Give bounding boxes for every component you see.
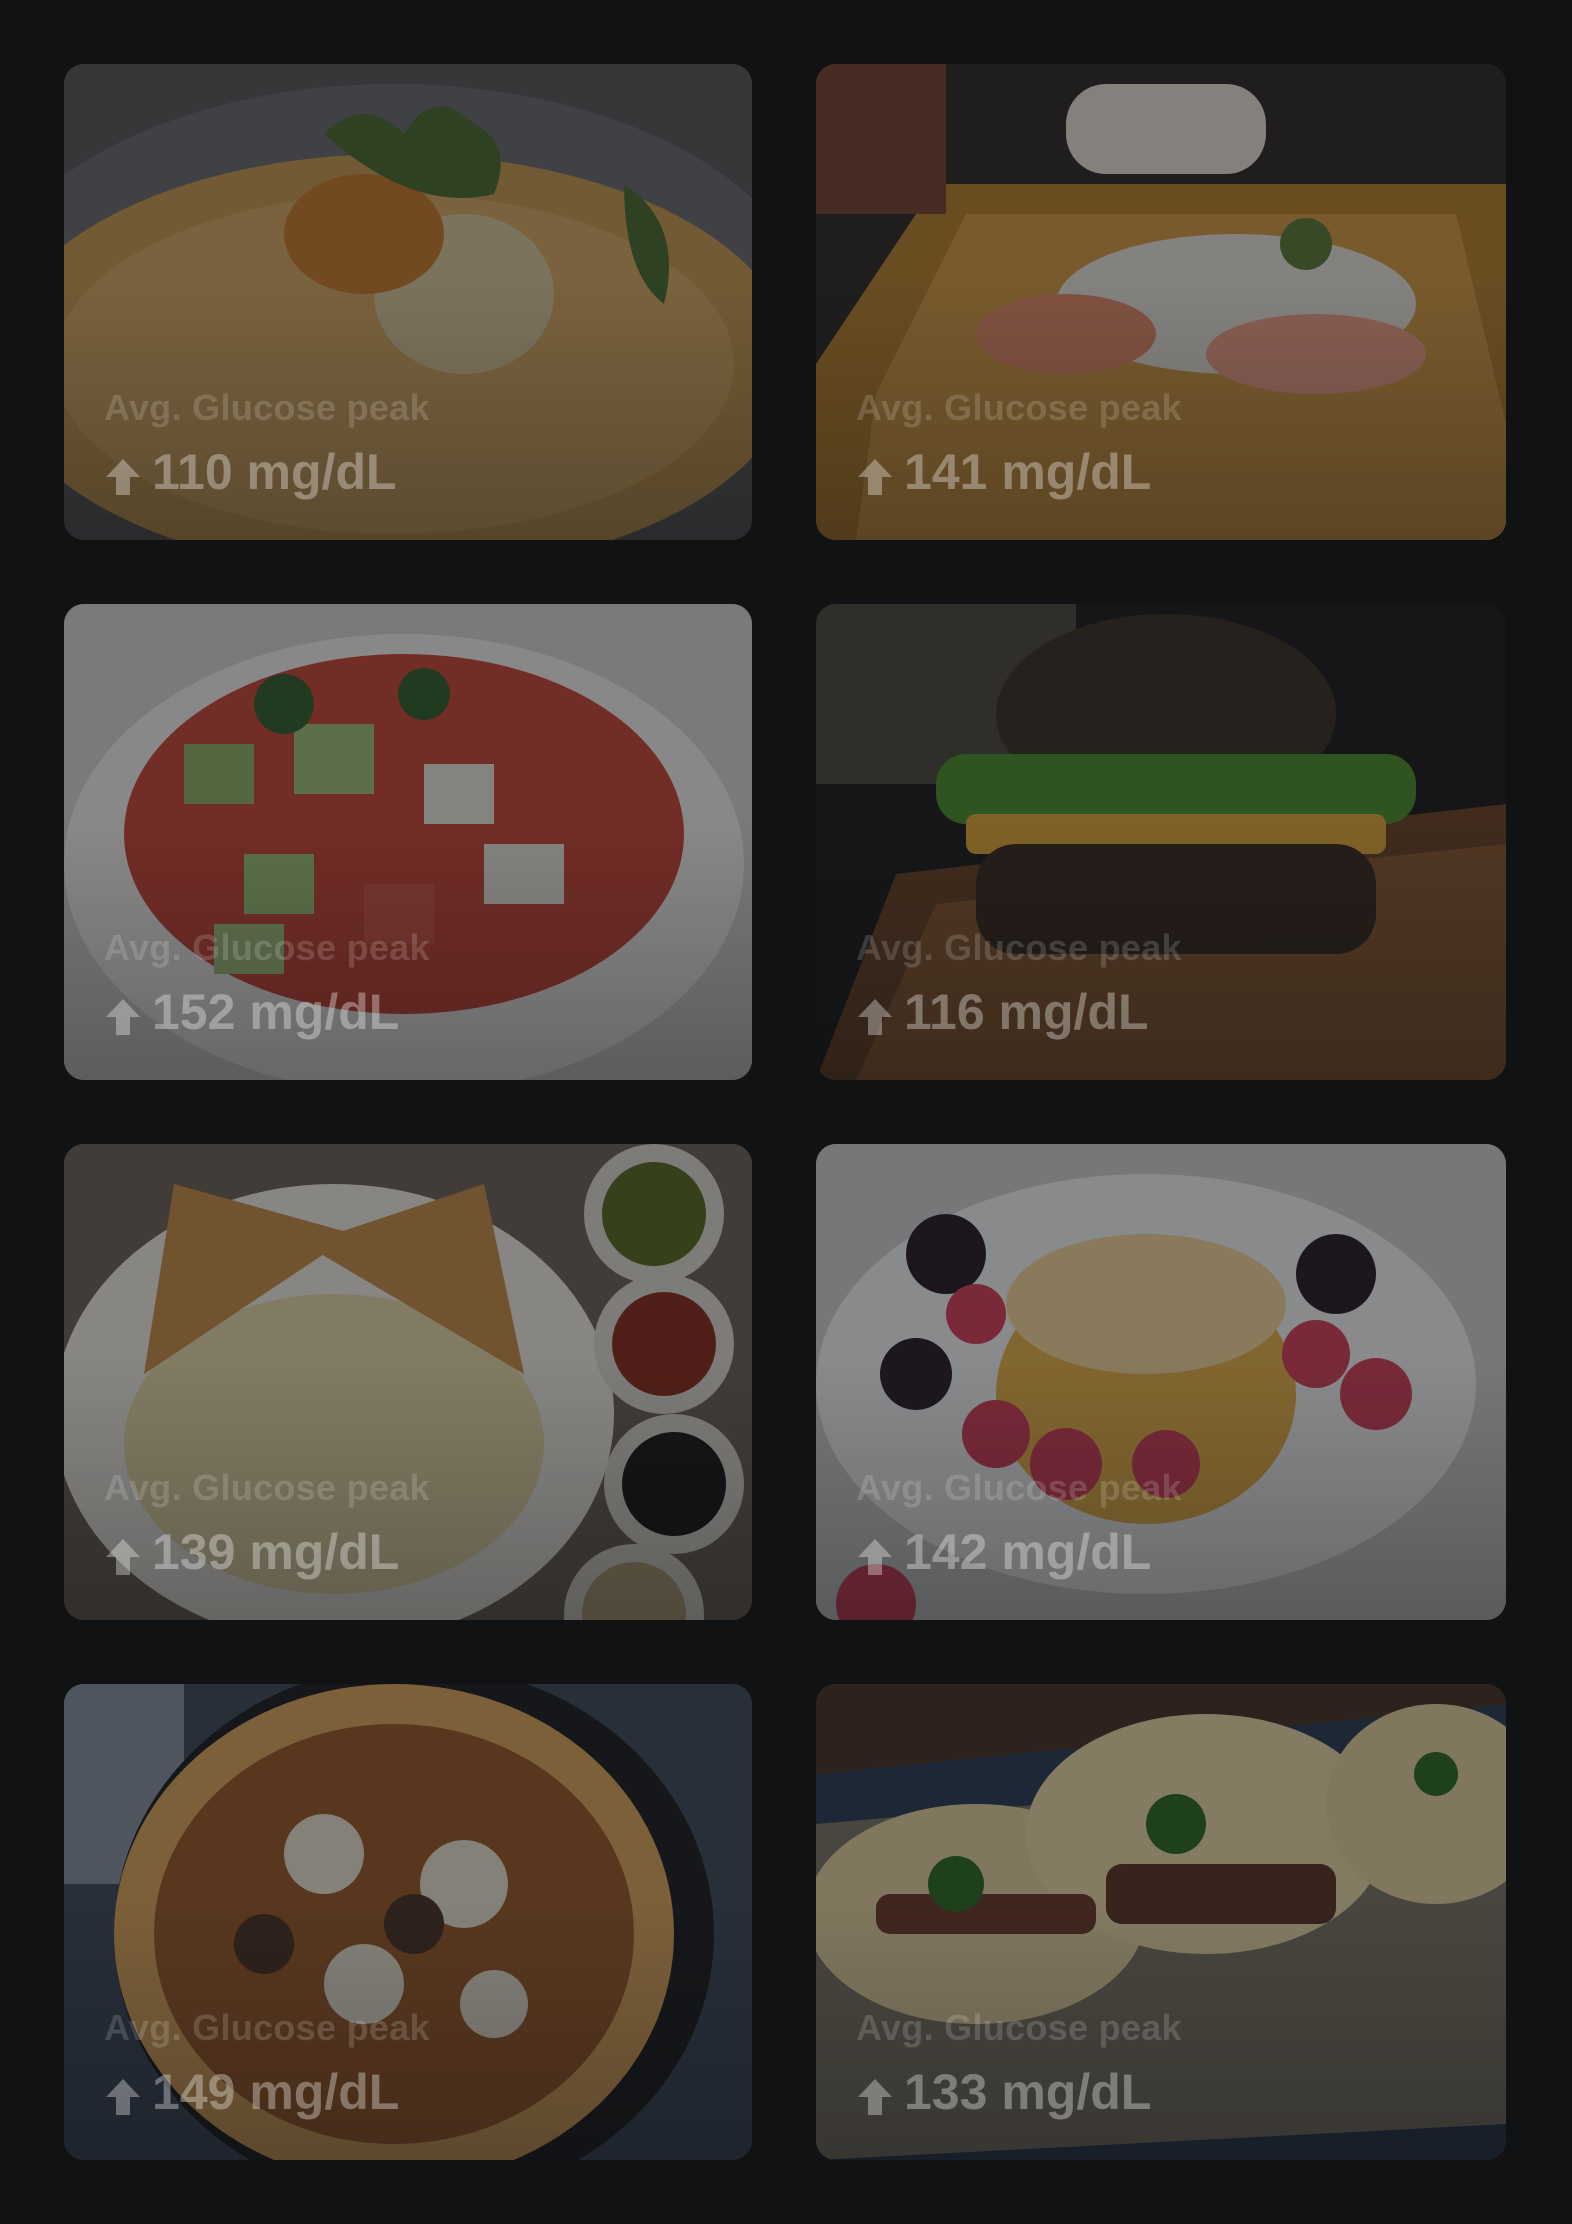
meal-card[interactable]: Avg. Glucose peak 133 mg/dL xyxy=(816,1684,1506,2160)
glucose-caption: Avg. Glucose peak 149 mg/dL xyxy=(104,2006,430,2120)
meal-card[interactable]: Avg. Glucose peak 116 mg/dL xyxy=(816,604,1506,1080)
meal-card[interactable]: Avg. Glucose peak 139 mg/dL xyxy=(64,1144,752,1620)
glucose-value: 116 mg/dL xyxy=(904,984,1149,1040)
arrow-up-icon xyxy=(104,452,142,495)
glucose-caption: Avg. Glucose peak 141 mg/dL xyxy=(856,386,1182,500)
glucose-caption: Avg. Glucose peak 110 mg/dL xyxy=(104,386,430,500)
glucose-label: Avg. Glucose peak xyxy=(104,2007,430,2048)
glucose-caption: Avg. Glucose peak 142 mg/dL xyxy=(856,1466,1182,1580)
glucose-label: Avg. Glucose peak xyxy=(104,927,430,968)
meal-grid: Avg. Glucose peak 110 mg/dL Avg. Glucose… xyxy=(64,64,1508,2160)
glucose-value: 110 mg/dL xyxy=(152,444,397,500)
glucose-label: Avg. Glucose peak xyxy=(104,1467,430,1508)
glucose-caption: Avg. Glucose peak 133 mg/dL xyxy=(856,2006,1182,2120)
glucose-label: Avg. Glucose peak xyxy=(856,2007,1182,2048)
arrow-up-icon xyxy=(104,2072,142,2115)
glucose-value: 152 mg/dL xyxy=(152,984,400,1040)
arrow-up-icon xyxy=(856,452,894,495)
arrow-up-icon xyxy=(856,2072,894,2115)
arrow-up-icon xyxy=(104,992,142,1035)
meal-card[interactable]: Avg. Glucose peak 149 mg/dL xyxy=(64,1684,752,2160)
meal-card[interactable]: Avg. Glucose peak 142 mg/dL xyxy=(816,1144,1506,1620)
glucose-value: 142 mg/dL xyxy=(904,1524,1152,1580)
glucose-value: 133 mg/dL xyxy=(904,2064,1152,2120)
glucose-caption: Avg. Glucose peak 116 mg/dL xyxy=(856,926,1182,1040)
glucose-caption: Avg. Glucose peak 152 mg/dL xyxy=(104,926,430,1040)
glucose-value: 139 mg/dL xyxy=(152,1524,400,1580)
arrow-up-icon xyxy=(856,992,894,1035)
arrow-up-icon xyxy=(104,1532,142,1575)
glucose-value: 141 mg/dL xyxy=(904,444,1152,500)
glucose-caption: Avg. Glucose peak 139 mg/dL xyxy=(104,1466,430,1580)
glucose-label: Avg. Glucose peak xyxy=(104,387,430,428)
glucose-label: Avg. Glucose peak xyxy=(856,927,1182,968)
meal-card[interactable]: Avg. Glucose peak 152 mg/dL xyxy=(64,604,752,1080)
meal-card[interactable]: Avg. Glucose peak 110 mg/dL xyxy=(64,64,752,540)
glucose-label: Avg. Glucose peak xyxy=(856,1467,1182,1508)
glucose-label: Avg. Glucose peak xyxy=(856,387,1182,428)
meal-card[interactable]: Avg. Glucose peak 141 mg/dL xyxy=(816,64,1506,540)
arrow-up-icon xyxy=(856,1532,894,1575)
glucose-value: 149 mg/dL xyxy=(152,2064,400,2120)
